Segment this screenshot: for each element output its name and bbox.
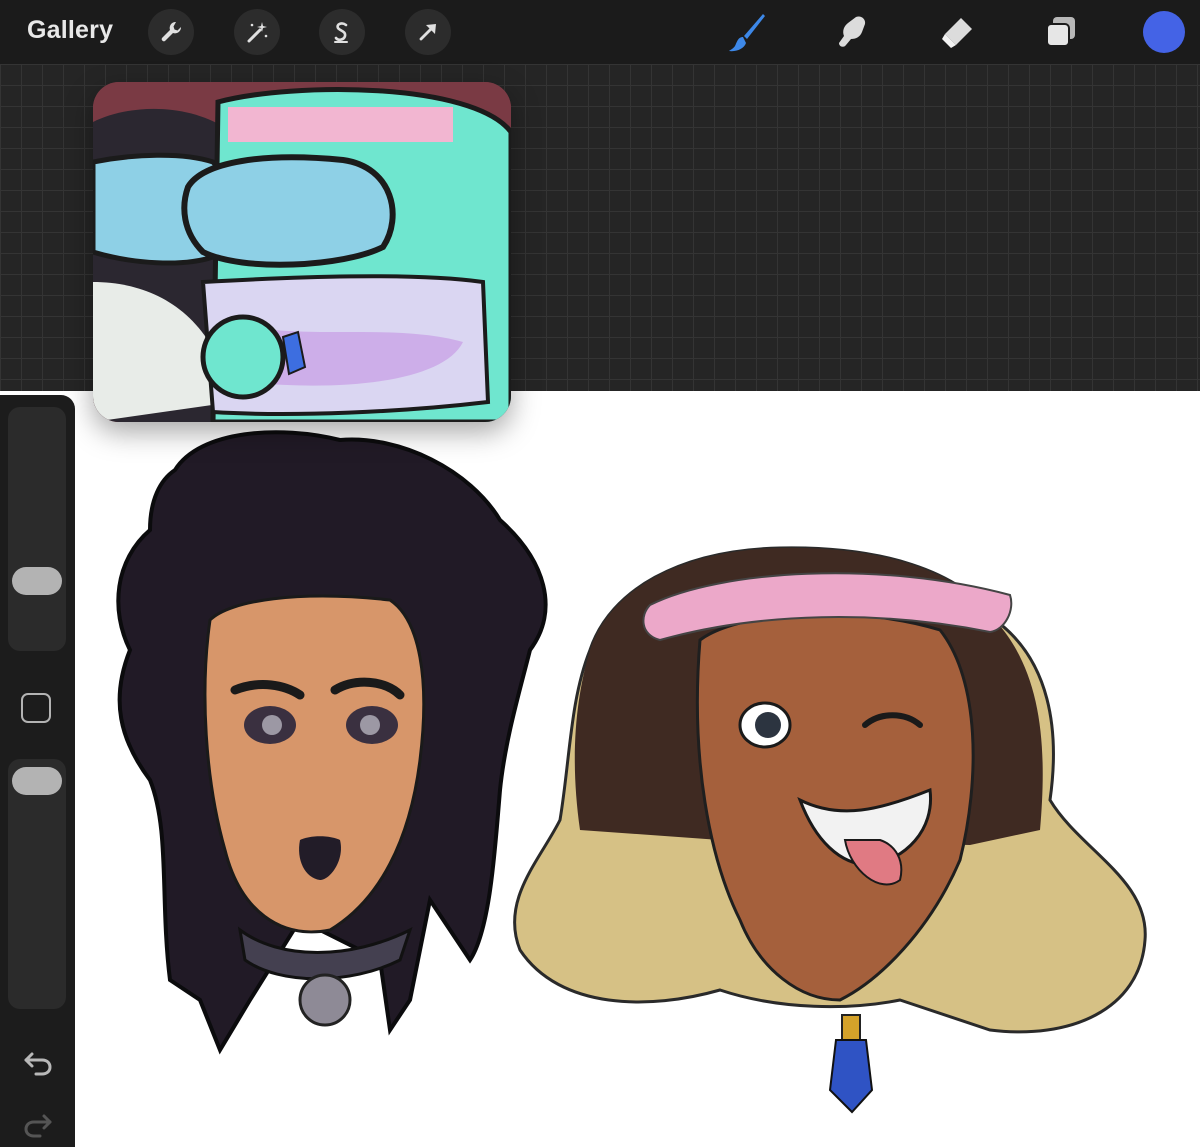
eraser-tool-button[interactable] — [934, 10, 980, 54]
transform-arrow-icon — [419, 24, 436, 41]
redo-icon — [24, 1114, 52, 1138]
brush-icon — [729, 14, 765, 52]
reference-image — [93, 82, 511, 422]
redo-button[interactable] — [22, 1108, 54, 1145]
magic-wand-icon — [247, 22, 268, 43]
brush-opacity-slider[interactable] — [8, 759, 66, 1009]
eraser-icon — [942, 18, 972, 48]
adjustments-button[interactable] — [234, 9, 280, 55]
actions-button[interactable] — [148, 9, 194, 55]
smudge-icon — [839, 16, 866, 47]
undo-icon — [24, 1052, 52, 1076]
gallery-button[interactable]: Gallery — [27, 16, 113, 45]
brush-opacity-handle[interactable] — [12, 767, 62, 795]
selection-icon — [334, 22, 348, 43]
color-picker-button[interactable] — [1143, 11, 1185, 53]
reference-image-window[interactable] — [93, 82, 511, 422]
selection-button[interactable] — [319, 9, 365, 55]
layers-button[interactable] — [1038, 10, 1084, 54]
top-toolbar: Gallery — [0, 0, 1200, 64]
modify-square-icon[interactable] — [21, 693, 51, 723]
wrench-icon — [161, 21, 182, 42]
transform-button[interactable] — [405, 9, 451, 55]
smudge-tool-button[interactable] — [829, 10, 875, 54]
right-character — [513, 546, 1147, 1114]
drawing-artwork — [116, 430, 1147, 1114]
left-character — [116, 430, 548, 1055]
brush-size-slider[interactable] — [8, 407, 66, 651]
undo-button[interactable] — [22, 1046, 54, 1083]
paint-tool-button[interactable] — [724, 10, 770, 54]
brush-size-handle[interactable] — [12, 567, 62, 595]
layers-icon — [1046, 17, 1075, 47]
